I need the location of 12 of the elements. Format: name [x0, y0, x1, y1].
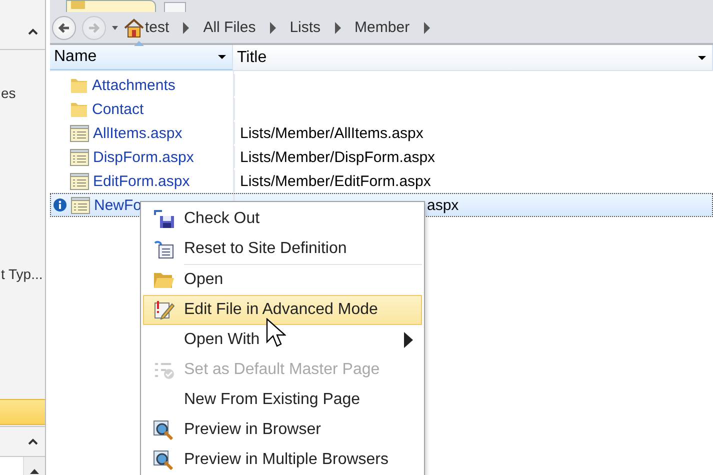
- column-label: Name: [54, 48, 97, 66]
- file-name: EditForm.aspx: [93, 172, 190, 190]
- file-name: Attachments: [92, 76, 176, 94]
- file-title: aspx: [427, 196, 459, 214]
- file-name: AllItems.aspx: [93, 124, 182, 142]
- column-label: Title: [237, 48, 267, 66]
- file-name: DispForm.aspx: [93, 148, 194, 166]
- file-name: Contact: [92, 100, 144, 118]
- file-title: Lists/Member/DispForm.aspx: [240, 148, 436, 166]
- file-title: Lists/Member/EditForm.aspx: [240, 172, 431, 190]
- file-title: Lists/Member/AllItems.aspx: [240, 124, 424, 142]
- file-name: NewFo: [94, 196, 142, 214]
